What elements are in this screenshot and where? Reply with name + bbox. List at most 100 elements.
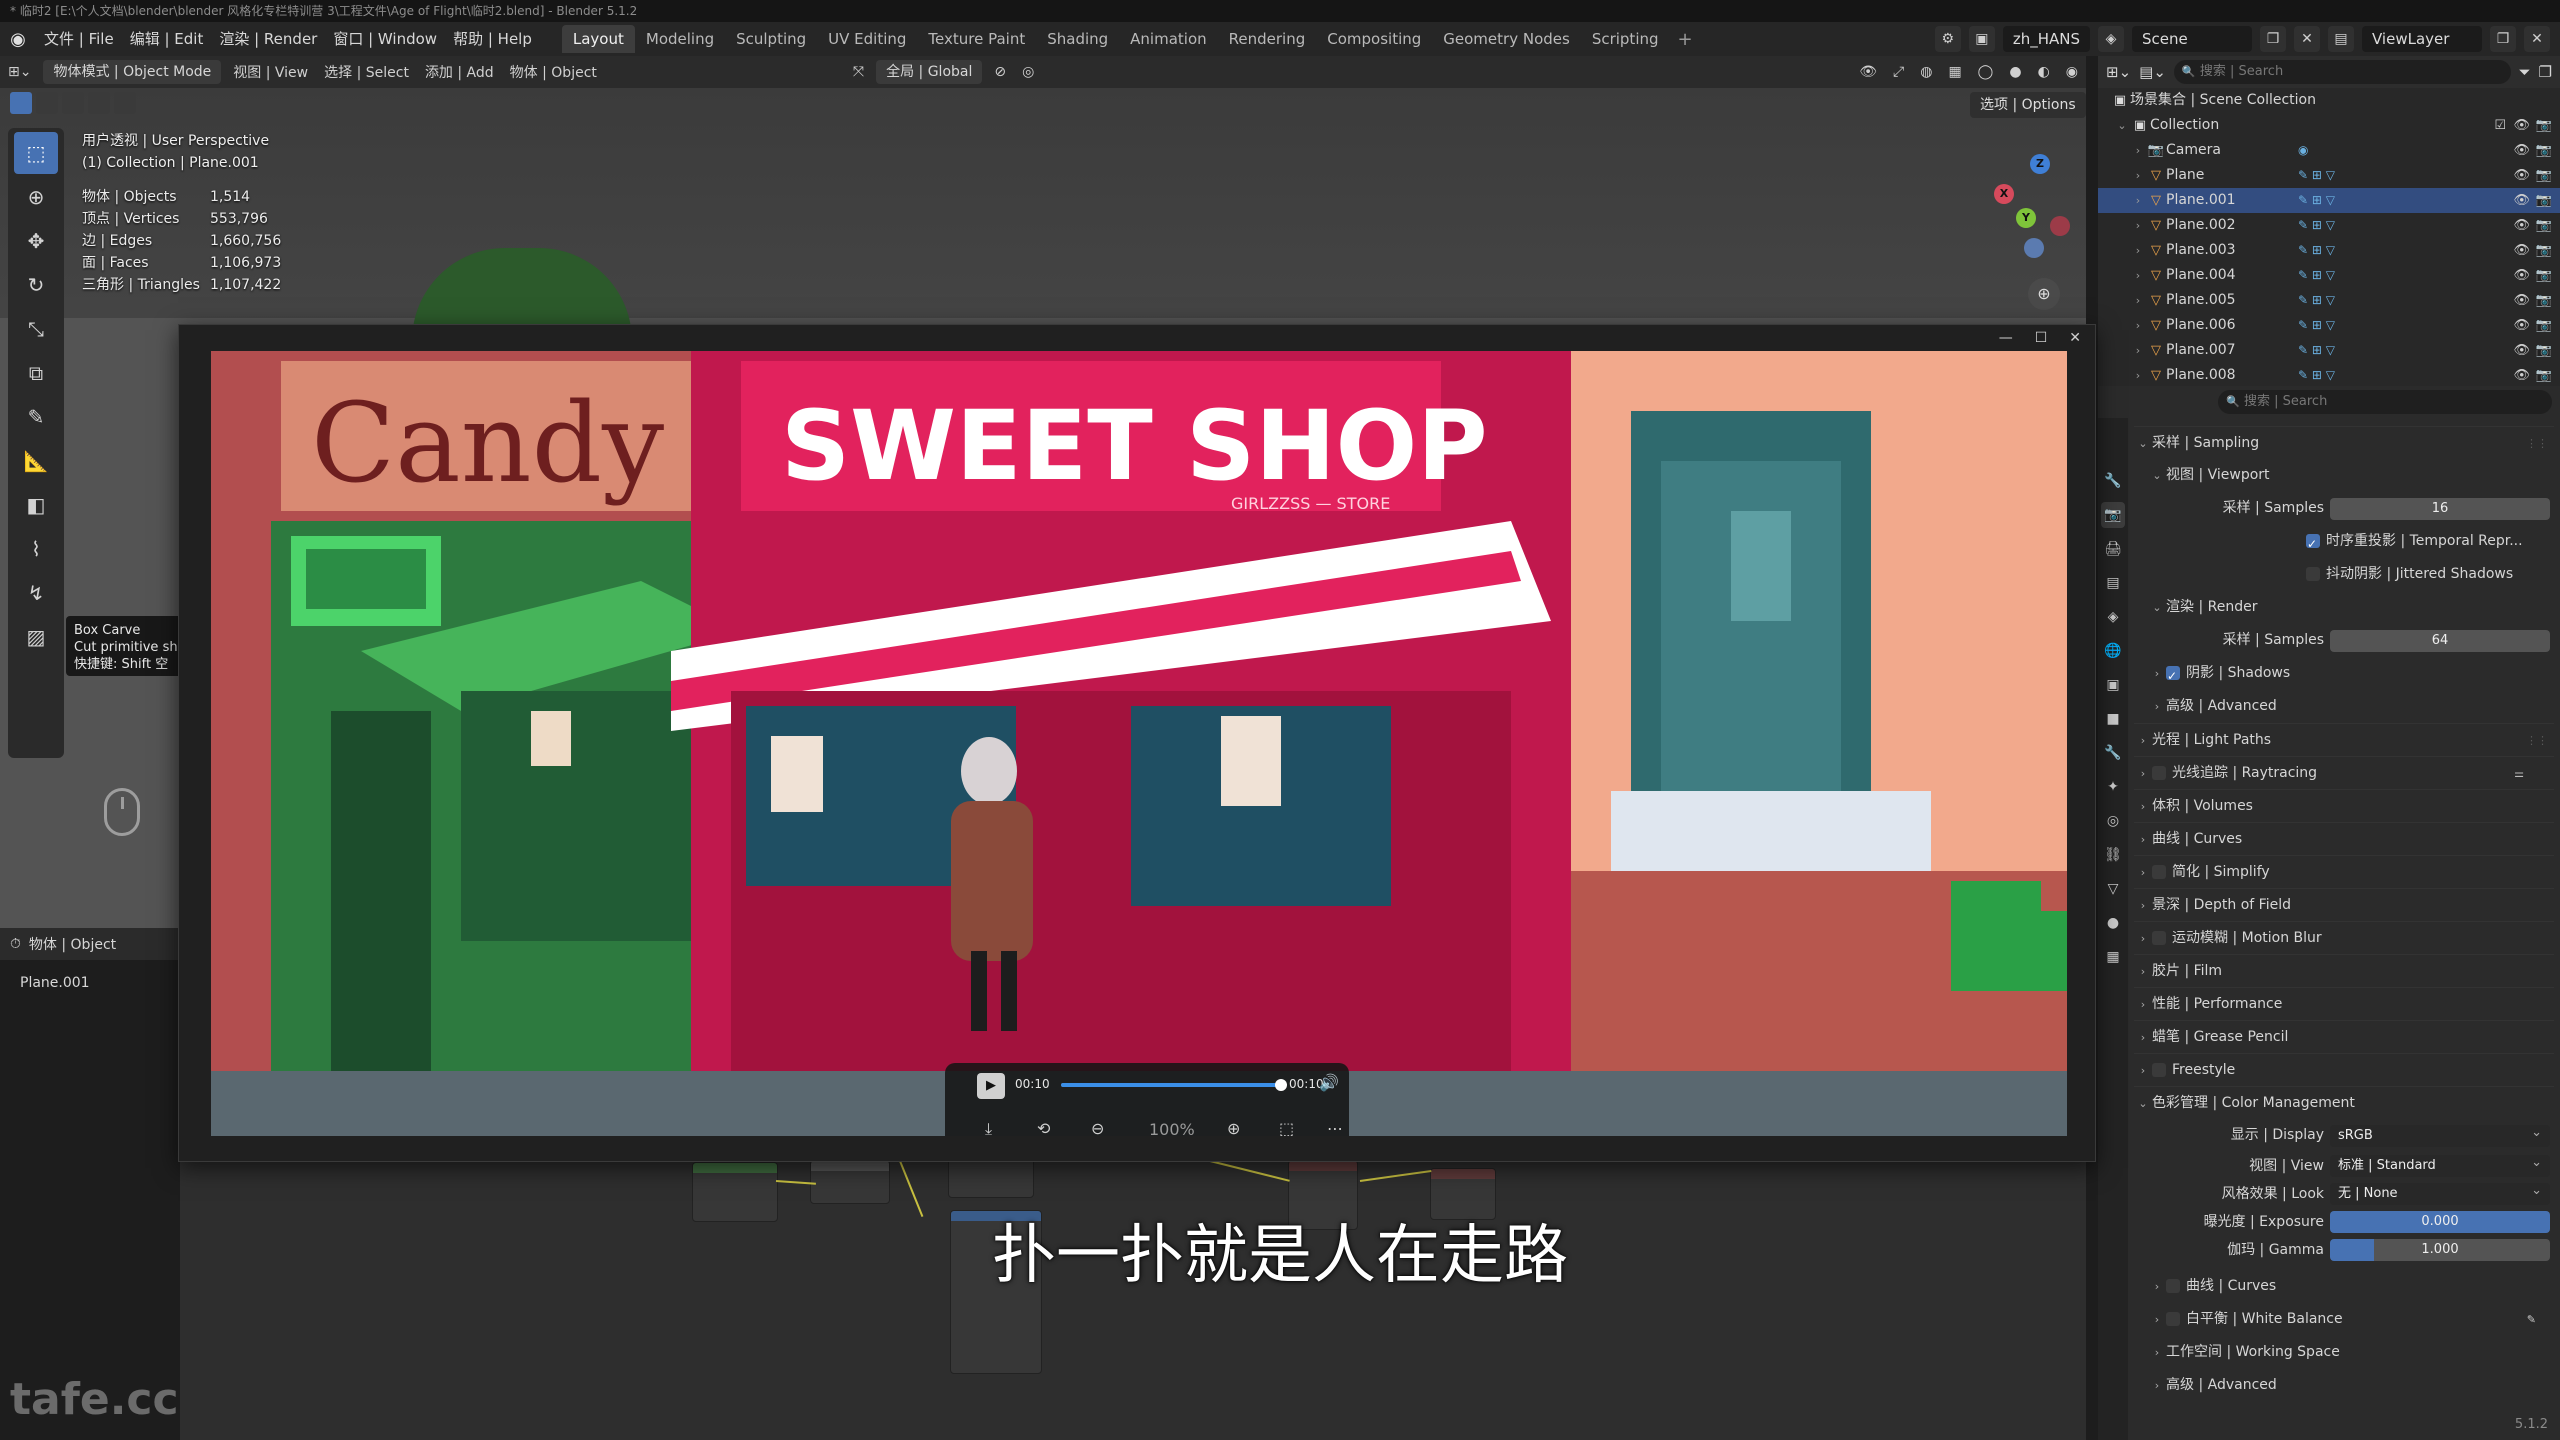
expand-arrow-icon[interactable]: › (2130, 138, 2146, 163)
modifier-icons[interactable]: ✎ ⊞ ▽ (2298, 188, 2335, 213)
panel-volumes[interactable]: › 体积 | Volumes (2134, 789, 2554, 822)
select-invert-icon[interactable] (88, 92, 110, 114)
overlay-icon[interactable]: ◍ (1912, 64, 1940, 80)
menu-render[interactable]: 渲染 | Render (211, 22, 325, 56)
constraints-tab-icon[interactable]: ⛓ (2101, 842, 2125, 868)
measure-icon[interactable]: 📐 (14, 440, 58, 482)
modifier-icons[interactable]: ✎ ⊞ ▽ (2298, 288, 2335, 313)
node-mix[interactable] (810, 1160, 890, 1204)
menu-window[interactable]: 窗口 | Window (325, 22, 445, 56)
eye-icon[interactable]: 👁 (2513, 113, 2530, 138)
properties-search-input[interactable]: 搜索 | Search (2218, 390, 2552, 414)
new-scene-icon[interactable]: ❐ (2260, 26, 2286, 52)
gizmo-neg-z-axis[interactable] (2024, 238, 2044, 258)
modifier-icons[interactable]: ✎ ⊞ ▽ (2298, 363, 2335, 386)
menu-edit[interactable]: 编辑 | Edit (122, 22, 212, 56)
outliner-item[interactable]: › ▽ Plane.002 ✎ ⊞ ▽ 👁 📷 (2098, 213, 2560, 238)
chevron-down-icon[interactable]: ⌄ (2148, 459, 2166, 492)
scale-icon[interactable]: ⤡ (14, 308, 58, 350)
menu-object[interactable]: 物体 | Object (502, 62, 605, 82)
jittered-checkbox[interactable] (2306, 567, 2320, 581)
object-mode-label[interactable]: 物体 | Object (29, 934, 116, 954)
chevron-right-icon[interactable]: › (2134, 823, 2152, 856)
gizmo-icon[interactable]: ⤢ (1885, 64, 1912, 80)
expand-arrow-icon[interactable]: ⌄ (2114, 113, 2130, 138)
motion-blur-checkbox[interactable] (2152, 931, 2166, 945)
shading-material-icon[interactable]: ◐ (2030, 64, 2058, 80)
zoom-icon[interactable]: ⊕ (2028, 278, 2060, 310)
box-carve-icon[interactable]: ▨ (14, 616, 58, 658)
camera-render-icon[interactable]: 📷 (2536, 213, 2552, 238)
render-icon[interactable]: ⚙ (1934, 26, 1961, 52)
render-samples-field[interactable]: 64 (2330, 630, 2550, 652)
freestyle-checkbox[interactable] (2152, 1063, 2166, 1077)
language-selector[interactable]: zh_HANS (2002, 26, 2090, 52)
clock-icon[interactable]: ⏱ (10, 936, 21, 952)
menu-view[interactable]: 视图 | View (225, 62, 316, 82)
knife-icon[interactable]: ↯ (14, 572, 58, 614)
panel-color-management[interactable]: ⌄ 色彩管理 | Color Management (2134, 1086, 2554, 1119)
camera-render-icon[interactable]: 📷 (2536, 263, 2552, 288)
subpanel-render[interactable]: ⌄ 渲染 | Render (2134, 591, 2554, 624)
eye-icon[interactable]: 👁 (2513, 263, 2530, 288)
expand-arrow-icon[interactable]: › (2130, 338, 2146, 363)
delete-scene-icon[interactable]: ✕ (2294, 26, 2320, 52)
tab-scripting[interactable]: Scripting (1581, 25, 1670, 53)
outliner-item[interactable]: › ▽ Plane.008 ✎ ⊞ ▽ 👁 📷 (2098, 363, 2560, 386)
look-dropdown[interactable]: 无 | None (2330, 1180, 2550, 1205)
chevron-right-icon[interactable]: › (2134, 1054, 2152, 1087)
cursor-icon[interactable]: ⊕ (14, 176, 58, 218)
transform-orientation-selector[interactable]: 全局 | Global (876, 60, 983, 84)
outliner-item[interactable]: › ▽ Plane.001 ✎ ⊞ ▽ 👁 📷 (2098, 188, 2560, 213)
shading-solid-icon[interactable]: ● (2001, 64, 2029, 80)
new-collection-icon[interactable]: ❐ (2539, 63, 2552, 81)
viewport-samples-field[interactable]: 16 (2330, 498, 2550, 520)
grip-icon[interactable]: ⋮⋮ (2526, 724, 2548, 757)
maximize-icon[interactable]: ☐ (2035, 330, 2048, 346)
new-view-layer-icon[interactable]: ❐ (2490, 26, 2516, 52)
select-new-icon[interactable] (10, 92, 32, 114)
gizmo-neg-x-axis[interactable] (2050, 216, 2070, 236)
expand-arrow-icon[interactable]: › (2130, 238, 2146, 263)
eye-icon[interactable]: 👁 (2513, 363, 2530, 386)
editor-type-icon[interactable]: ⊞⌄ (0, 64, 39, 80)
camera-render-icon[interactable]: 📷 (2536, 288, 2552, 313)
chevron-right-icon[interactable]: › (2134, 955, 2152, 988)
expand-arrow-icon[interactable]: › (2130, 313, 2146, 338)
panel-depth-of-field[interactable]: › 景深 | Depth of Field (2134, 888, 2554, 921)
checkbox-icon[interactable]: ☑ (2494, 113, 2506, 138)
chevron-down-icon[interactable]: ⌄ (2134, 427, 2152, 460)
collection-tab-icon[interactable]: ▣ (2101, 672, 2125, 698)
shear-icon[interactable]: ⌇ (14, 528, 58, 570)
texture-tab-icon[interactable]: ▦ (2101, 944, 2125, 970)
add-workspace-icon[interactable]: + (1670, 29, 1701, 50)
simplify-checkbox[interactable] (2152, 865, 2166, 879)
rotate-icon[interactable]: ⟲ (1037, 1119, 1050, 1136)
outliner-item[interactable]: › ▽ Plane.005 ✎ ⊞ ▽ 👁 📷 (2098, 288, 2560, 313)
presets-icon[interactable]: ⚌ (2514, 757, 2524, 790)
transform-pivot-icon[interactable]: ⤧ (845, 64, 872, 80)
eye-icon[interactable]: 👁 (2513, 338, 2530, 363)
eye-icon[interactable]: 👁 (2513, 138, 2530, 163)
zoom-in-icon[interactable]: ⊕ (1227, 1119, 1240, 1136)
subpanel-white-balance[interactable]: › 白平衡 | White Balance ✎ (2134, 1303, 2554, 1336)
select-extend-icon[interactable] (36, 92, 58, 114)
expand-arrow-icon[interactable]: › (2130, 263, 2146, 288)
camera-render-icon[interactable]: 📷 (2536, 338, 2552, 363)
tab-animation[interactable]: Animation (1119, 25, 1217, 53)
view-layer-selector[interactable]: ViewLayer (2362, 26, 2482, 52)
scene-icon[interactable]: ◈ (2098, 26, 2124, 52)
transform-icon[interactable]: ⧉ (14, 352, 58, 394)
camera-render-icon[interactable]: 📷 (2536, 238, 2552, 263)
eye-icon[interactable]: 👁 (2513, 238, 2530, 263)
particles-tab-icon[interactable]: ✦ (2101, 774, 2125, 800)
proportional-edit-icon[interactable]: ◎ (1014, 64, 1042, 80)
data-tab-icon[interactable]: ▽ (2101, 876, 2125, 902)
volume-icon[interactable]: 🔊 (1319, 1073, 1339, 1092)
shading-rendered-icon[interactable]: ◉ (2058, 64, 2086, 80)
camera-render-icon[interactable]: 📷 (2536, 113, 2552, 138)
chevron-right-icon[interactable]: › (2134, 1021, 2152, 1054)
panel-performance[interactable]: › 性能 | Performance (2134, 987, 2554, 1020)
tab-texture-paint[interactable]: Texture Paint (917, 25, 1036, 53)
jittered-row[interactable]: 抖动阴影 | Jittered Shadows (2134, 558, 2554, 591)
